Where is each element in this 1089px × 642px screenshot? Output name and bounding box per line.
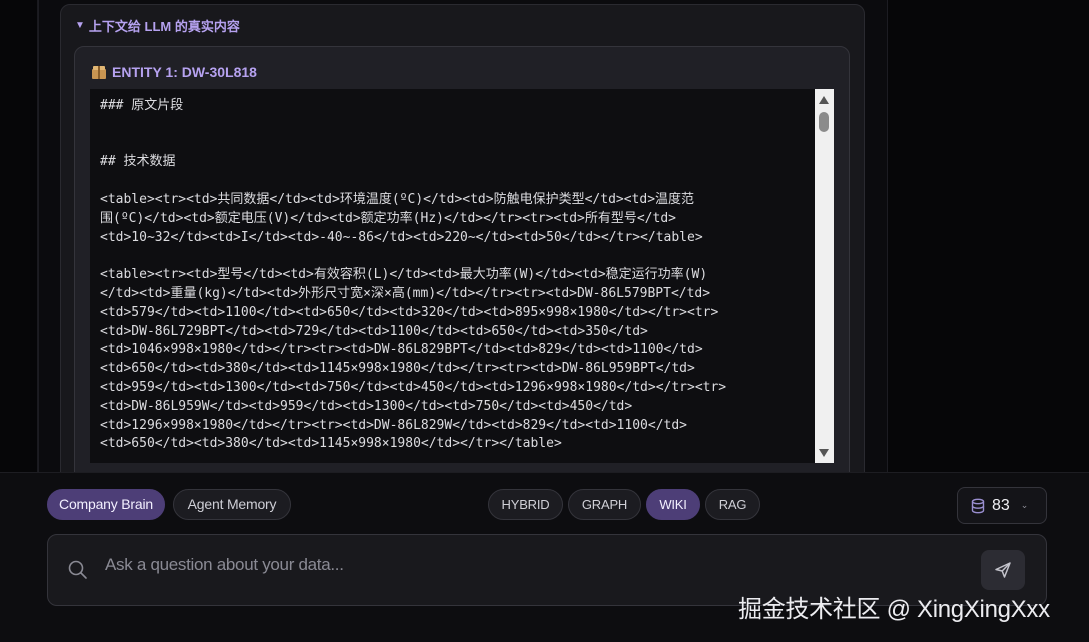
context-title: 上下文给 LLM 的真实内容 [88, 19, 240, 34]
send-icon [995, 562, 1011, 578]
context-toggle[interactable]: ▼ 上下文给 LLM 的真实内容 [75, 16, 240, 35]
scrollbar-thumb[interactable] [819, 112, 829, 132]
result-count-select[interactable]: 83 ⌄ [957, 487, 1047, 524]
mode-wiki[interactable]: WIKI [646, 489, 700, 520]
entity-title: ENTITY 1: DW-30L818 [112, 64, 257, 80]
mode-graph[interactable]: GRAPH [568, 489, 641, 520]
scroll-down-arrow-icon[interactable] [819, 449, 829, 457]
raw-text-viewer[interactable]: ### 原文片段 ## 技术数据 <table><tr><td>共同数据</td… [90, 89, 834, 463]
send-button[interactable] [981, 550, 1025, 590]
mode-rag[interactable]: RAG [705, 489, 760, 520]
caret-down-icon: ▼ [75, 20, 85, 31]
search-icon [68, 560, 87, 579]
chevron-down-icon: ⌄ [1020, 500, 1029, 510]
ask-input[interactable] [105, 548, 945, 582]
raw-text-content: ### 原文片段 ## 技术数据 <table><tr><td>共同数据</td… [100, 98, 727, 452]
scrollbar[interactable] [815, 89, 834, 463]
watermark: 掘金技术社区 @ XingXingXxx [738, 596, 1050, 623]
database-icon [971, 498, 985, 513]
result-count-value: 83 [992, 496, 1010, 514]
package-icon [92, 65, 106, 79]
entity-header: ENTITY 1: DW-30L818 [92, 64, 257, 80]
tab-company-brain[interactable]: Company Brain [47, 489, 165, 520]
mode-hybrid[interactable]: HYBRID [488, 489, 563, 520]
tab-agent-memory[interactable]: Agent Memory [173, 489, 291, 520]
scroll-up-arrow-icon[interactable] [819, 96, 829, 104]
